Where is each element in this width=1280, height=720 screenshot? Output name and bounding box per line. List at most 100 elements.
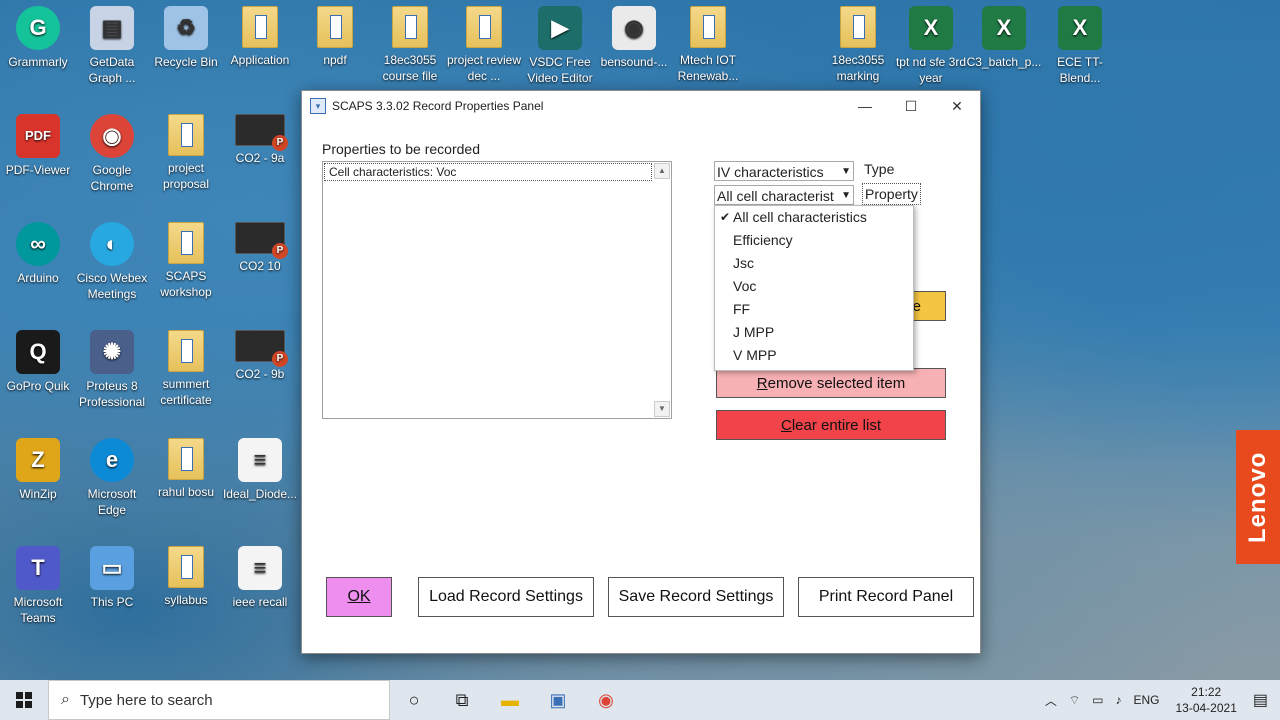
desktop-icon[interactable]: syllabus bbox=[148, 546, 224, 608]
scaps-taskbar-icon[interactable]: ▣ bbox=[534, 680, 582, 720]
ppt-file-icon bbox=[235, 222, 288, 259]
desktop-icon[interactable]: T Microsoft Teams bbox=[0, 546, 76, 626]
desktop-icon[interactable]: project review dec ... bbox=[446, 6, 522, 84]
desktop-icon[interactable]: Z WinZip bbox=[0, 438, 76, 502]
excel-icon: X bbox=[1058, 6, 1102, 50]
taskbar-search-box[interactable]: ⌕ Type here to search bbox=[48, 680, 390, 720]
property-dropdown-list[interactable]: ✔ All cell characteristics Efficiency Jsc Vo… bbox=[714, 205, 914, 371]
document-icon: ≡ bbox=[238, 438, 282, 482]
notification-icon[interactable]: ▤ bbox=[1253, 690, 1268, 710]
desktop-icon[interactable]: 18ec3055 course file bbox=[372, 6, 448, 84]
property-select[interactable]: All cell characterist ▼ bbox=[714, 185, 854, 205]
desktop-icon[interactable]: CO2 - 9b bbox=[222, 330, 298, 382]
language-indicator[interactable]: ENG bbox=[1133, 693, 1159, 707]
dropdown-option[interactable]: ✔ All cell characteristics bbox=[715, 206, 913, 229]
desktop-icon[interactable]: ◉ Google Chrome bbox=[74, 114, 150, 194]
property-label: Property bbox=[862, 183, 921, 205]
desktop-icon-label: syllabus bbox=[164, 593, 208, 607]
battery-icon[interactable]: ▭ bbox=[1092, 693, 1103, 707]
edge-icon: e bbox=[90, 438, 134, 482]
desktop-icon[interactable]: ∞ Arduino bbox=[0, 222, 76, 286]
desktop-icon[interactable]: ◐ Cisco Webex Meetings bbox=[74, 222, 150, 302]
desktop-icon-label: Cisco Webex Meetings bbox=[76, 271, 148, 301]
chrome-taskbar-icon[interactable]: ◉ bbox=[582, 680, 630, 720]
gopro-icon: Q bbox=[16, 330, 60, 374]
desktop-icon[interactable]: Xtpt nd sfe 3rd year bbox=[893, 6, 969, 86]
getdata-icon: ▤ bbox=[90, 6, 134, 50]
desktop-icon-label: Grammarly bbox=[8, 55, 68, 69]
windows-logo-icon bbox=[16, 692, 32, 708]
desktop-icon[interactable]: ≡ Ideal_Diode... bbox=[222, 438, 298, 502]
search-placeholder: Type here to search bbox=[79, 691, 213, 709]
task-view-icon[interactable]: ⧉ bbox=[438, 680, 486, 720]
maximize-icon[interactable]: ☐ bbox=[888, 91, 934, 121]
type-select[interactable]: IV characteristics ▼ bbox=[714, 161, 854, 181]
desktop-icon[interactable]: ◉ bensound-... bbox=[596, 6, 672, 70]
recorded-properties-list[interactable]: Cell characteristics: Voc ▲ ▼ bbox=[322, 161, 672, 419]
close-icon[interactable]: ✕ bbox=[934, 91, 980, 121]
start-button[interactable] bbox=[0, 680, 48, 720]
ok-button[interactable]: OK bbox=[326, 577, 392, 617]
system-tray: ︿ ⌔ ▭ ♪ ENG 21:22 13-04-2021 ▤ bbox=[1039, 680, 1280, 720]
desktop-icon[interactable]: Q GoPro Quik bbox=[0, 330, 76, 394]
this-pc-icon: ▭ bbox=[90, 546, 134, 590]
dropdown-option[interactable]: V MPP bbox=[715, 344, 913, 367]
desktop-icon[interactable]: X ECE TT-Blend... bbox=[1042, 6, 1118, 86]
desktop-icon[interactable]: ▤ GetData Graph ... bbox=[74, 6, 150, 86]
chrome-icon: ◉ bbox=[90, 114, 134, 158]
desktop-icon-label: Arduino bbox=[17, 271, 59, 285]
desktop-icon[interactable]: e Microsoft Edge bbox=[74, 438, 150, 518]
desktop-icon-label: Proteus 8 Professional bbox=[78, 379, 146, 409]
desktop-icon[interactable]: ≡ ieee recall bbox=[222, 546, 298, 610]
title-bar[interactable]: ▾ SCAPS 3.3.02 Record Properties Panel —… bbox=[302, 91, 980, 121]
desktop-icon[interactable]: npdf bbox=[297, 6, 373, 68]
excel-icon: X bbox=[909, 6, 953, 50]
dropdown-option[interactable]: Efficiency bbox=[715, 229, 913, 252]
desktop-icon[interactable]: 18ec3055 marking bbox=[820, 6, 896, 84]
dropdown-option[interactable]: FF bbox=[715, 298, 913, 321]
desktop-icon[interactable]: summert certificate bbox=[148, 330, 224, 408]
remove-selected-item-button[interactable]: Remove selected item bbox=[716, 368, 946, 398]
scroll-up-icon[interactable]: ▲ bbox=[654, 163, 670, 179]
desktop-icon[interactable]: ♻ Recycle Bin bbox=[148, 6, 224, 70]
dropdown-option-label: Jsc bbox=[733, 255, 754, 271]
volume-icon[interactable]: ♪ bbox=[1115, 693, 1121, 707]
desktop-icon[interactable]: PDF PDF-Viewer bbox=[0, 114, 76, 178]
record-properties-window: ▾ SCAPS 3.3.02 Record Properties Panel —… bbox=[301, 90, 981, 654]
desktop-icon[interactable]: project proposal bbox=[148, 114, 224, 192]
desktop-icon-label: bensound-... bbox=[600, 55, 668, 69]
list-item[interactable]: Cell characteristics: Voc bbox=[324, 163, 652, 181]
load-record-settings-button[interactable]: Load Record Settings bbox=[418, 577, 594, 617]
properties-label: Properties to be recorded bbox=[322, 141, 480, 157]
desktop-icon[interactable]: CO2 - 9a bbox=[222, 114, 298, 166]
desktop-icon[interactable]: rahul bosu bbox=[148, 438, 224, 500]
scroll-down-icon[interactable]: ▼ bbox=[654, 401, 670, 417]
desktop-icon[interactable]: Application bbox=[222, 6, 298, 68]
clock[interactable]: 21:22 13-04-2021 bbox=[1175, 684, 1236, 716]
dropdown-option[interactable]: J MPP bbox=[715, 321, 913, 344]
file-explorer-icon[interactable]: ▬ bbox=[486, 680, 534, 720]
desktop-icon[interactable]: ▶ VSDC Free Video Editor bbox=[522, 6, 598, 86]
folder-icon bbox=[466, 6, 502, 48]
network-icon[interactable]: ⌔ bbox=[1069, 693, 1080, 708]
minimize-icon[interactable]: — bbox=[842, 91, 888, 121]
print-record-panel-button[interactable]: Print Record Panel bbox=[798, 577, 974, 617]
chevron-up-icon[interactable]: ︿ bbox=[1045, 692, 1057, 709]
desktop-icon[interactable]: SCAPS workshop bbox=[148, 222, 224, 300]
desktop-icon[interactable]: X C3_batch_p... bbox=[966, 6, 1042, 70]
desktop-icon[interactable]: ✺ Proteus 8 Professional bbox=[74, 330, 150, 410]
chevron-down-icon: ▼ bbox=[841, 166, 851, 177]
arduino-icon: ∞ bbox=[16, 222, 60, 266]
desktop-icon-label: VSDC Free Video Editor bbox=[527, 55, 593, 85]
dropdown-option[interactable]: Voc bbox=[715, 275, 913, 298]
save-record-settings-button[interactable]: Save Record Settings bbox=[608, 577, 784, 617]
dropdown-option-label: V MPP bbox=[733, 347, 777, 363]
desktop-icon[interactable]: ▭ This PC bbox=[74, 546, 150, 610]
clear-entire-list-button[interactable]: Clear entire list bbox=[716, 410, 946, 440]
dropdown-option-label: J MPP bbox=[733, 324, 775, 340]
cortana-icon[interactable]: ○ bbox=[390, 680, 438, 720]
desktop-icon[interactable]: CO2 10 bbox=[222, 222, 298, 274]
desktop-icon[interactable]: Mtech IOT Renewab... bbox=[670, 6, 746, 84]
desktop-icon[interactable]: G Grammarly bbox=[0, 6, 76, 70]
dropdown-option[interactable]: Jsc bbox=[715, 252, 913, 275]
